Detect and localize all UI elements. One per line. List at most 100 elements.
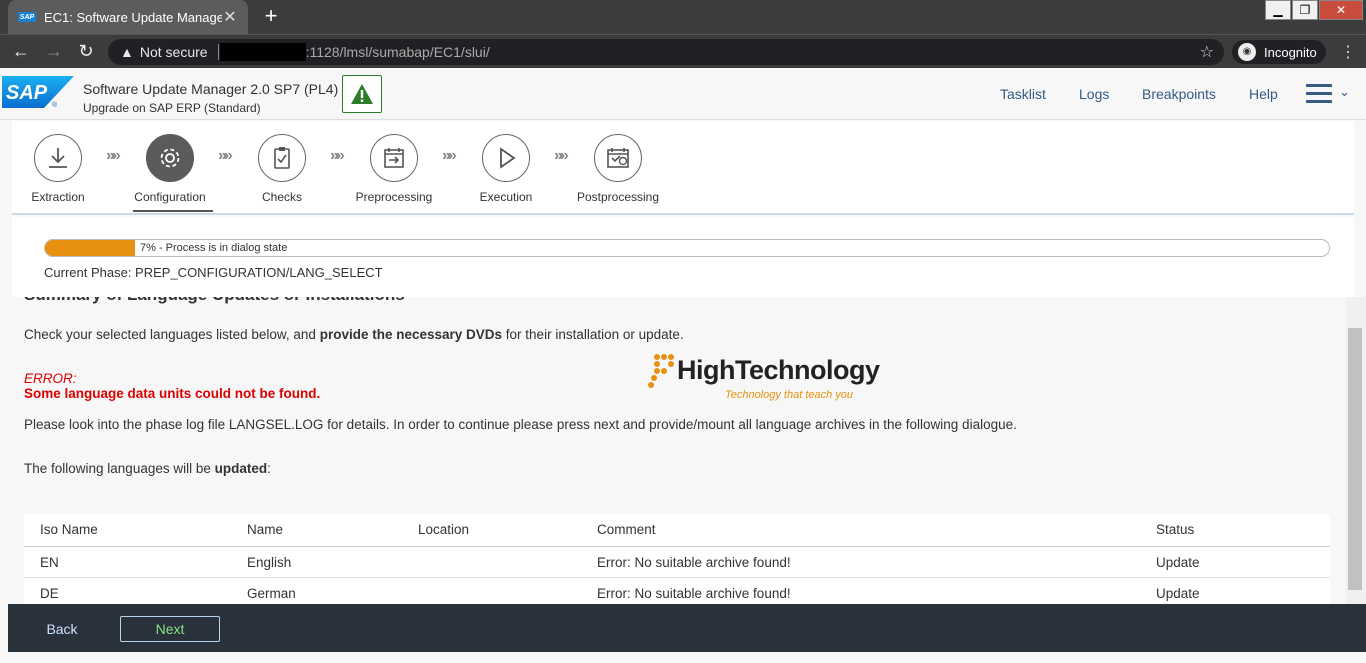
address-bar[interactable]: ▲ Not secure :1128/lmsl/sumabap/EC1/slui…: [108, 39, 1224, 65]
window-minimize-button[interactable]: ▁: [1265, 0, 1291, 20]
window-close-button[interactable]: ✕: [1319, 0, 1363, 20]
progress-bar: 7% - Process is in dialog state: [44, 239, 1330, 257]
roadmap-step-preprocessing[interactable]: Preprocessing: [339, 134, 449, 204]
hamburger-menu-icon[interactable]: [1306, 84, 1332, 104]
cell-iso-name: EN: [40, 555, 59, 570]
cell-status: Update: [1156, 555, 1200, 570]
table-header-row: Iso Name Name Location Comment Status: [24, 514, 1330, 547]
watermark-dots-icon: [648, 354, 674, 388]
app-subtitle: Upgrade on SAP ERP (Standard): [83, 101, 261, 115]
cell-name: German: [247, 586, 296, 601]
step-label: Postprocessing: [576, 190, 660, 204]
column-header-comment[interactable]: Comment: [597, 522, 656, 537]
warning-status-button[interactable]: [342, 75, 382, 113]
current-phase: Current Phase: PREP_CONFIGURATION/LANG_S…: [44, 265, 383, 280]
tab-title: EC1: Software Update Manager: [44, 9, 222, 25]
scrollbar-thumb[interactable]: [1348, 328, 1362, 590]
browser-tab[interactable]: SAP EC1: Software Update Manager ✕: [8, 0, 248, 34]
gear-icon: [146, 134, 194, 182]
incognito-icon: ◉: [1238, 43, 1256, 61]
table-row[interactable]: EN English Error: No suitable archive fo…: [24, 547, 1330, 578]
step-label: Extraction: [31, 190, 85, 204]
intro-text-b: for their installation or update.: [502, 327, 684, 342]
back-arrow-icon[interactable]: ←: [10, 41, 32, 63]
intro-text: Check your selected languages listed bel…: [24, 327, 684, 342]
hightechnology-watermark: HighTechnology Technology that teach you: [645, 351, 895, 407]
sap-logo: SAP ®: [2, 76, 74, 108]
step-label: Checks: [261, 190, 302, 204]
redacted-host: [219, 43, 306, 61]
column-header-location[interactable]: Location: [418, 522, 469, 537]
warning-triangle-icon[interactable]: ▲: [120, 44, 134, 60]
chevron-down-icon[interactable]: ⌄: [1339, 84, 1350, 100]
incognito-label: Incognito: [1264, 44, 1317, 60]
main-content: Summary of Language Updates or Installat…: [0, 297, 1346, 604]
app-title: Software Update Manager 2.0 SP7 (PL4): [83, 81, 339, 97]
bottom-strip: [0, 652, 1366, 663]
calendar-arrow-icon: [370, 134, 418, 182]
next-button[interactable]: Next: [120, 616, 220, 642]
error-label: ERROR:: [24, 371, 77, 386]
roadmap-step-execution[interactable]: Execution: [451, 134, 561, 204]
cell-comment: Error: No suitable archive found!: [597, 586, 791, 601]
intro-text-bold: provide the necessary DVDs: [319, 327, 503, 342]
play-icon: [482, 134, 530, 182]
tab-close-icon[interactable]: ✕: [222, 7, 238, 27]
address-divider: [217, 44, 219, 60]
roadmap-step-configuration[interactable]: Configuration: [115, 134, 225, 212]
progress-panel: 7% - Process is in dialog state Current …: [12, 217, 1354, 297]
nav-breakpoints[interactable]: Breakpoints: [1142, 86, 1216, 102]
sap-header: SAP ® Software Update Manager 2.0 SP7 (P…: [0, 68, 1366, 120]
roadmap-step-extraction[interactable]: Extraction: [3, 134, 113, 204]
bookmark-star-icon[interactable]: ☆: [1200, 42, 1214, 62]
updated-text-b: :: [267, 461, 271, 476]
column-header-name[interactable]: Name: [247, 522, 283, 537]
nav-tasklist[interactable]: Tasklist: [1000, 86, 1046, 102]
window-restore-button[interactable]: ❐: [1292, 0, 1318, 20]
table-row[interactable]: DE German Error: No suitable archive fou…: [24, 578, 1330, 604]
footer-bar: Back Next: [8, 604, 1366, 652]
cell-name: English: [247, 555, 292, 570]
details-text: Please look into the phase log file LANG…: [24, 417, 1017, 432]
svg-text:®: ®: [52, 101, 58, 108]
step-label: Preprocessing: [355, 190, 433, 204]
roadmap-step-checks[interactable]: Checks: [227, 134, 337, 204]
updated-text-bold: updated: [214, 461, 268, 476]
warning-icon: [351, 84, 373, 104]
step-label: Configuration: [134, 190, 206, 204]
browser-toolbar: ← → ↻ ▲ Not secure :1128/lmsl/sumabap/EC…: [0, 34, 1366, 68]
download-icon: [34, 134, 82, 182]
page-heading: Summary of Language Updates or Installat…: [24, 297, 405, 305]
forward-arrow-icon[interactable]: →: [43, 41, 65, 63]
nav-logs[interactable]: Logs: [1079, 86, 1109, 102]
intro-text-a: Check your selected languages listed bel…: [24, 327, 320, 342]
calendar-check-icon: [594, 134, 642, 182]
cell-status: Update: [1156, 586, 1200, 601]
incognito-badge[interactable]: ◉ Incognito: [1232, 40, 1326, 64]
browser-menu-icon[interactable]: ⋮: [1338, 42, 1358, 62]
progress-fill: [45, 240, 135, 256]
roadmap-step-postprocessing[interactable]: Postprocessing: [563, 134, 673, 204]
error-message: Some language data units could not be fo…: [24, 386, 321, 401]
sap-favicon-icon: SAP: [18, 12, 36, 22]
active-step-indicator: [133, 210, 213, 212]
security-label[interactable]: Not secure: [140, 44, 208, 60]
nav-help[interactable]: Help: [1249, 86, 1278, 102]
watermark-slogan: Technology that teach you: [725, 389, 854, 401]
browser-tab-bar: SAP EC1: Software Update Manager ✕ + ▁ ❐…: [0, 0, 1366, 34]
cell-iso-name: DE: [40, 586, 59, 601]
url-text[interactable]: :1128/lmsl/sumabap/EC1/slui/: [306, 44, 490, 60]
cell-comment: Error: No suitable archive found!: [597, 555, 791, 570]
column-header-iso-name[interactable]: Iso Name: [40, 522, 98, 537]
language-table: Iso Name Name Location Comment Status EN…: [24, 514, 1330, 604]
watermark-title: HighTechnology: [677, 355, 880, 385]
updated-text-a: The following languages will be: [24, 461, 215, 476]
column-header-status[interactable]: Status: [1156, 522, 1194, 537]
reload-icon[interactable]: ↻: [75, 41, 97, 63]
progress-text: 7% - Process is in dialog state: [140, 242, 288, 254]
new-tab-button[interactable]: +: [258, 4, 284, 30]
back-button[interactable]: Back: [28, 616, 96, 642]
svg-text:SAP: SAP: [6, 82, 48, 104]
updated-text: The following languages will be updated:: [24, 461, 271, 476]
step-label: Execution: [479, 190, 533, 204]
